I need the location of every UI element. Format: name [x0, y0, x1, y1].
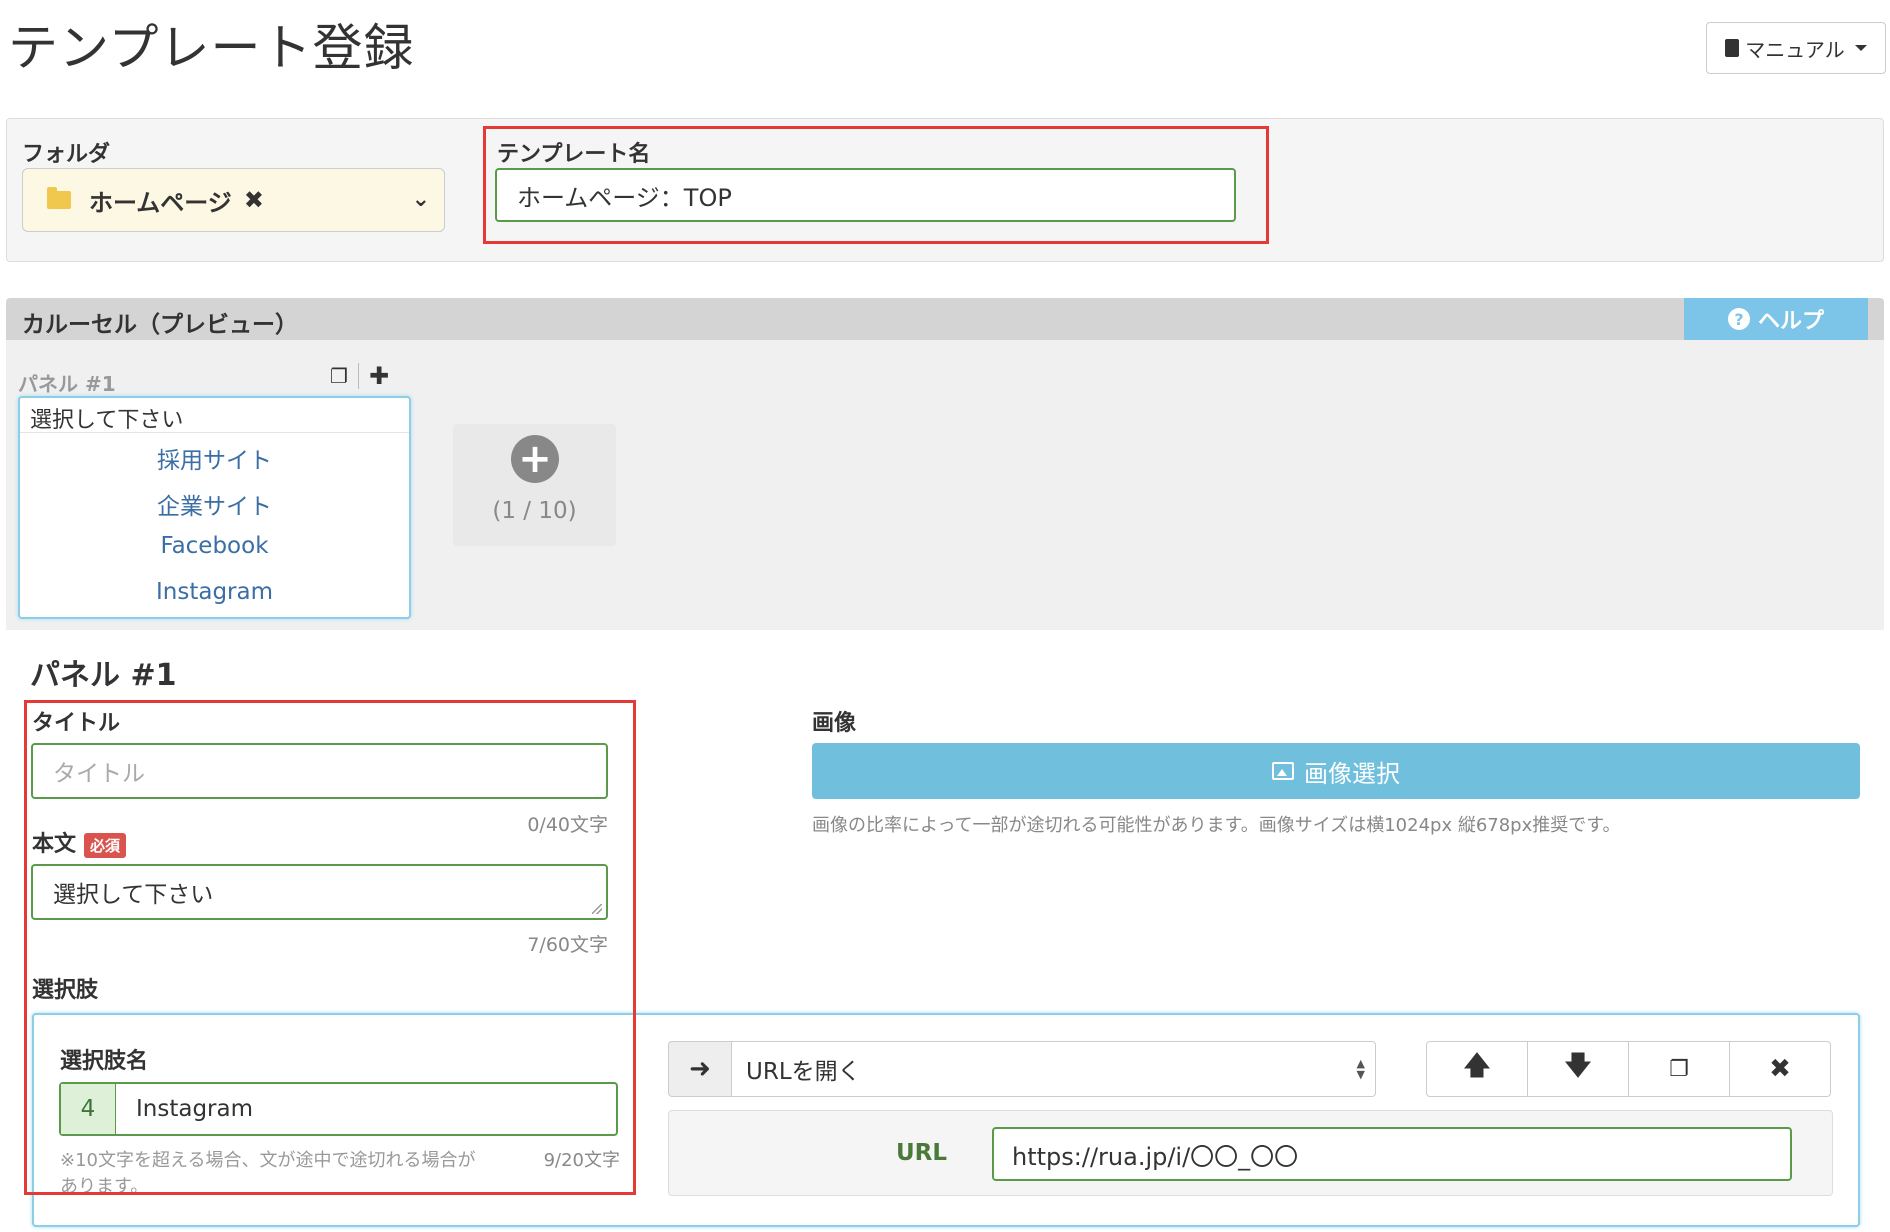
close-icon: ✖: [1769, 1054, 1791, 1084]
preview-option: 企業サイト: [157, 494, 272, 520]
preview-option: Instagram: [155, 579, 273, 605]
manual-dropdown-button[interactable]: マニュアル: [1706, 22, 1886, 74]
panel-heading: パネル #1: [30, 658, 177, 693]
manual-label: マニュアル: [1745, 37, 1845, 62]
folder-value: ホームページ: [89, 188, 232, 217]
arrow-down-icon: 🡇: [1564, 1051, 1592, 1081]
help-button[interactable]: ? ヘルプ: [1684, 298, 1868, 340]
copy-choice-button[interactable]: ❐: [1628, 1041, 1730, 1097]
caret-down-icon: [1854, 45, 1867, 51]
folder-select[interactable]: ホームページ ✖ ⌄: [22, 168, 445, 232]
book-icon: [1725, 39, 1740, 57]
highlight-box-panel-form: [24, 700, 636, 1195]
updown-icon: ▲ ▼: [1356, 1057, 1365, 1081]
preview-option: Facebook: [160, 533, 269, 559]
move-down-button[interactable]: 🡇: [1527, 1041, 1629, 1097]
panel-tab-label[interactable]: パネル #1: [18, 368, 116, 397]
separator: [357, 363, 359, 389]
preview-option: 採用サイト: [157, 448, 272, 474]
choice-actions: 🡅 🡇 ❐ ✖: [1426, 1041, 1831, 1097]
action-select[interactable]: URLを開く ▲ ▼: [731, 1041, 1376, 1097]
image-label: 画像: [812, 711, 857, 736]
arrow-up-icon: 🡅: [1463, 1051, 1491, 1081]
plus-circle-icon[interactable]: +: [511, 435, 559, 483]
image-button-label: 画像選択: [1304, 759, 1400, 788]
chevron-down-icon: ⌄: [411, 187, 430, 212]
clear-folder-icon[interactable]: ✖: [244, 186, 264, 214]
move-up-button[interactable]: 🡅: [1426, 1041, 1528, 1097]
preview-title: 選択して下さい: [30, 408, 184, 433]
image-select-button[interactable]: 画像選択: [812, 743, 1860, 799]
arrow-right-icon: ➜: [668, 1041, 732, 1097]
action-value: URLを開く: [746, 1059, 861, 1085]
panel-tab-actions: ❐ ✚: [330, 362, 389, 390]
image-note: 画像の比率によって一部が途切れる可能性があります。画像サイズは横1024px 縦…: [812, 815, 1621, 836]
url-input[interactable]: https://rua.jp/i/〇〇_〇〇: [992, 1127, 1792, 1181]
panel-count: (1 / 10): [492, 498, 577, 524]
page-title: テンプレート登録: [8, 19, 415, 77]
folder-icon: [47, 187, 71, 209]
image-icon: [1272, 762, 1294, 780]
help-label: ヘルプ: [1757, 309, 1824, 334]
carousel-title: カルーセル（プレビュー）: [22, 312, 298, 338]
copy-icon[interactable]: ❐: [330, 364, 348, 388]
question-icon: ?: [1727, 308, 1750, 330]
delete-choice-button[interactable]: ✖: [1729, 1041, 1831, 1097]
folder-label: フォルダ: [22, 142, 111, 167]
preview-divider: [20, 432, 409, 433]
copy-icon: ❐: [1669, 1056, 1689, 1082]
template-name-input[interactable]: ホームページ：TOP: [495, 168, 1236, 222]
url-label: URL: [896, 1140, 948, 1166]
template-name-label: テンプレート名: [497, 142, 651, 167]
add-icon[interactable]: ✚: [369, 362, 389, 390]
